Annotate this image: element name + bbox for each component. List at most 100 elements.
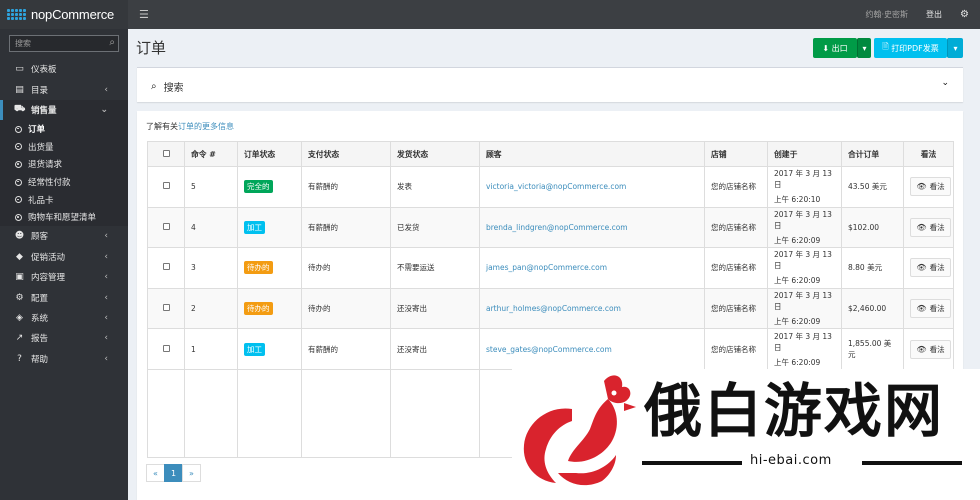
select-all-checkbox[interactable]	[162, 149, 170, 157]
row-select-cell	[147, 166, 185, 208]
brand-logo[interactable]: nopCommerce	[0, 0, 128, 29]
order-number-cell: 3	[184, 247, 238, 289]
circle-dot-icon	[15, 143, 22, 151]
pagination: « 1 »	[146, 464, 201, 482]
logout-link[interactable]: 登出	[926, 9, 942, 20]
export-button[interactable]: ⬇ 出口	[813, 38, 857, 58]
caret-down-icon: ▾	[862, 43, 867, 53]
order-status-cell: 加工	[237, 206, 302, 249]
learn-more-link[interactable]: 订单的更多信息	[178, 122, 234, 131]
pager-page-button[interactable]: 1	[164, 464, 183, 482]
customer-email-link[interactable]: victoria_victoria@nopCommerce.com	[486, 182, 626, 191]
sidebar-item-label: 顾客	[31, 232, 49, 243]
order-status-badge: 完全的	[244, 180, 273, 194]
search-icon[interactable]: ⌕	[109, 37, 115, 48]
column-header-payment-status[interactable]: 支付状态	[301, 141, 391, 167]
chevron-down-icon[interactable]: ⌄	[941, 78, 949, 88]
customer-email-link[interactable]: steve_gates@nopCommerce.com	[486, 345, 612, 354]
customer-email-link[interactable]: james_pan@nopCommerce.com	[486, 263, 607, 272]
row-checkbox[interactable]	[162, 182, 170, 190]
created-on-time: 上午 6:20:10	[774, 195, 821, 205]
created-on-date: 2017 年 3 月 13 日	[774, 331, 832, 352]
view-order-button[interactable]: 👁 看法	[910, 339, 951, 359]
customer-email-link[interactable]: arthur_holmes@nopCommerce.com	[486, 304, 621, 313]
sidebar-subitem-gift-cards[interactable]: 礼品卡	[0, 190, 128, 209]
cube-icon: ◈	[16, 313, 23, 324]
cogs-icon[interactable]: ⚙	[960, 9, 969, 20]
sidebar-subitem-label: 退货请求	[28, 160, 63, 171]
export-dropdown-toggle[interactable]: ▾	[857, 38, 871, 58]
empty-cell	[301, 368, 391, 458]
sidebar-item-promotions[interactable]: ◆ 促销活动 ‹	[0, 247, 128, 267]
sidebar-item-configuration[interactable]: ⚙ 配置 ‹	[0, 287, 128, 307]
pager-prev-button[interactable]: «	[146, 464, 165, 482]
order-status-badge: 加工	[244, 342, 265, 356]
chevron-left-icon: ‹	[104, 231, 108, 242]
sidebar-item-system[interactable]: ◈ 系统 ‹	[0, 308, 128, 328]
sidebar-item-catalog[interactable]: ▤ 目录 ‹	[0, 79, 128, 99]
view-order-button[interactable]: 👁 看法	[910, 299, 951, 319]
column-header-order-number[interactable]: 命令 #	[184, 141, 238, 167]
pager-next-button[interactable]: »	[182, 464, 201, 482]
created-on-cell: 2017 年 3 月 13 日上午 6:20:10	[767, 166, 842, 208]
print-pdf-invoices-button[interactable]: 🗎 打印PDF发票	[874, 38, 947, 58]
column-header-customer[interactable]: 顾客	[479, 141, 705, 167]
order-number-cell: 5	[184, 166, 238, 208]
sidebar-item-reports[interactable]: ↗ 报告 ‹	[0, 328, 128, 348]
payment-status-cell: 待办的	[301, 287, 391, 330]
search-panel-header[interactable]: ⌕ 搜索 ⌄	[137, 67, 963, 102]
row-checkbox[interactable]	[162, 263, 170, 271]
sidebar-item-customers[interactable]: ☻ 顾客 ‹	[0, 226, 128, 246]
chevron-down-icon: ⌄	[100, 104, 108, 115]
brand-name: nopCommerce	[31, 7, 115, 22]
store-cell: 您的店铺名称	[704, 287, 768, 330]
order-status-cell: 加工	[237, 328, 302, 370]
sidebar-search-input[interactable]	[10, 36, 118, 51]
sidebar-item-label: 系统	[31, 314, 49, 325]
column-header-order-total[interactable]: 合计订单	[841, 141, 904, 167]
sidebar-item-content-management[interactable]: ▣ 内容管理 ‹	[0, 267, 128, 287]
view-order-button[interactable]: 👁 看法	[910, 258, 951, 278]
customer-cell: arthur_holmes@nopCommerce.com	[479, 287, 705, 330]
view-order-button[interactable]: 👁 看法	[910, 177, 951, 197]
view-button-label: 看法	[929, 304, 945, 314]
file-pdf-icon: 🗎	[882, 42, 892, 51]
order-total-cell: $102.00	[841, 206, 904, 249]
column-header-shipping-status[interactable]: 发货状态	[390, 141, 480, 167]
created-on-date: 2017 年 3 月 13 日	[774, 291, 832, 312]
order-number-cell: 1	[184, 328, 238, 370]
watermark-rule-right	[862, 461, 962, 465]
customer-email-link[interactable]: brenda_lindgren@nopCommerce.com	[486, 223, 628, 232]
created-on-date: 2017 年 3 月 13 日	[774, 169, 832, 190]
rooster-logo-icon	[523, 375, 636, 486]
sidebar-item-sales[interactable]: ⛟ 销售量 ⌄	[0, 99, 128, 121]
sidebar-subitem-carts-wishlists[interactable]: 购物车和愿望清单	[0, 208, 128, 227]
row-checkbox[interactable]	[162, 344, 170, 352]
store-cell: 您的店铺名称	[704, 206, 768, 249]
sidebar-search: ⌕	[9, 35, 119, 52]
sidebar-subitem-return-requests[interactable]: 退货请求	[0, 155, 128, 174]
desktop-icon: ▭	[15, 64, 24, 75]
column-header-created-on[interactable]: 创建于	[767, 141, 842, 167]
chevron-left-icon: ‹	[104, 353, 108, 364]
empty-cell	[184, 368, 238, 458]
sidebar-subitem-label: 购物车和愿望清单	[28, 213, 97, 224]
row-checkbox[interactable]	[162, 304, 170, 312]
created-on-time: 上午 6:20:09	[774, 235, 821, 245]
question-circle-icon: ?	[17, 353, 22, 364]
sidebar-toggle-icon[interactable]: ☰	[139, 8, 149, 21]
column-header-order-status[interactable]: 订单状态	[237, 141, 302, 167]
store-cell: 您的店铺名称	[704, 166, 768, 208]
circle-dot-icon	[15, 213, 22, 221]
row-checkbox[interactable]	[162, 222, 170, 230]
sidebar-item-label: 报告	[31, 334, 49, 345]
sidebar-subitem-orders[interactable]: 订单	[0, 120, 128, 138]
print-pdf-dropdown-toggle[interactable]: ▾	[947, 38, 963, 58]
view-order-button[interactable]: 👁 看法	[910, 217, 951, 237]
sidebar-item-help[interactable]: ? 帮助 ‹	[0, 349, 128, 369]
sidebar-subitem-shipments[interactable]: 出货量	[0, 137, 128, 156]
sidebar-subitem-recurring-payments[interactable]: 经常性付款	[0, 173, 128, 191]
column-header-store[interactable]: 店铺	[704, 141, 768, 167]
sidebar-item-dashboard[interactable]: ▭ 仪表板	[0, 59, 128, 79]
sidebar-item-label: 目录	[31, 85, 49, 96]
